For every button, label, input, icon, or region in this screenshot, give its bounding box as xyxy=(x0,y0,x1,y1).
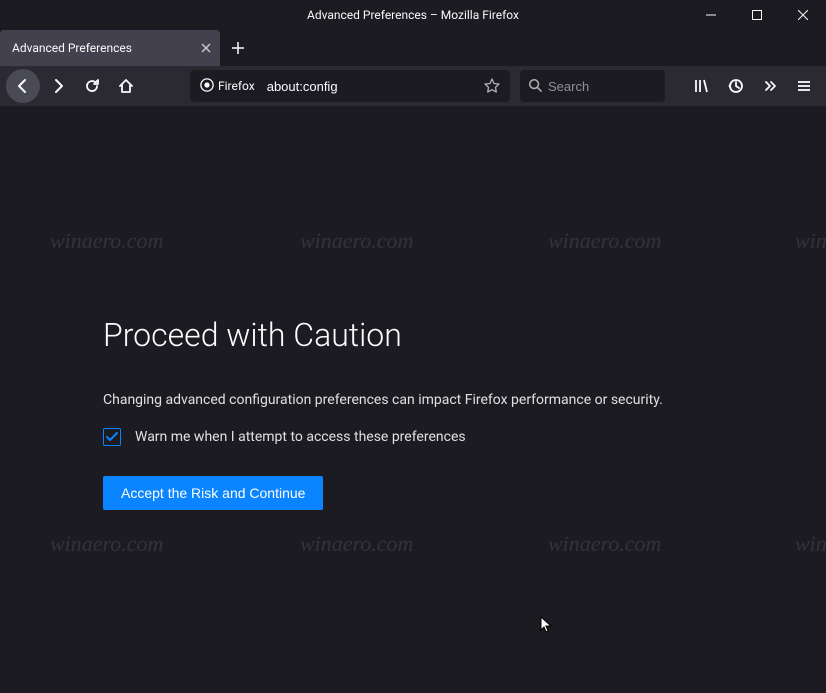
window-controls xyxy=(688,0,826,30)
warning-container: Proceed with Caution Changing advanced c… xyxy=(0,106,720,510)
back-button[interactable] xyxy=(6,69,40,103)
watermark: winaero.com xyxy=(795,531,826,557)
identity-label: Firefox xyxy=(218,79,255,93)
content-area: Proceed with Caution Changing advanced c… xyxy=(0,106,826,693)
maximize-button[interactable] xyxy=(734,0,780,30)
watermark: winaero.com xyxy=(795,228,826,254)
warning-title: Proceed with Caution xyxy=(103,316,720,354)
forward-button[interactable] xyxy=(42,70,74,102)
firefox-logo-icon xyxy=(200,77,214,96)
close-tab-button[interactable] xyxy=(196,38,216,58)
tab-bar: Advanced Preferences xyxy=(0,30,826,66)
tab-advanced-preferences[interactable]: Advanced Preferences xyxy=(0,30,220,66)
watermark: winaero.com xyxy=(300,531,413,557)
bookmark-star-button[interactable] xyxy=(478,72,506,100)
minimize-button[interactable] xyxy=(688,0,734,30)
history-button[interactable] xyxy=(720,70,752,102)
watermark: winaero.com xyxy=(548,531,661,557)
library-button[interactable] xyxy=(686,70,718,102)
url-bar[interactable]: Firefox xyxy=(190,70,510,102)
window-title: Advanced Preferences – Mozilla Firefox xyxy=(307,8,519,22)
warn-checkbox-row[interactable]: Warn me when I attempt to access these p… xyxy=(103,428,720,446)
warning-description: Changing advanced configuration preferen… xyxy=(103,392,720,408)
search-bar[interactable] xyxy=(520,70,665,102)
search-icon xyxy=(528,77,542,96)
home-button[interactable] xyxy=(110,70,142,102)
identity-box[interactable]: Firefox xyxy=(194,74,261,98)
url-input[interactable] xyxy=(261,79,478,94)
warn-checkbox-label: Warn me when I attempt to access these p… xyxy=(135,429,466,445)
accept-risk-button[interactable]: Accept the Risk and Continue xyxy=(103,476,323,510)
close-window-button[interactable] xyxy=(780,0,826,30)
reload-button[interactable] xyxy=(76,70,108,102)
watermark: winaero.com xyxy=(50,531,163,557)
overflow-button[interactable] xyxy=(754,70,786,102)
app-menu-button[interactable] xyxy=(788,70,820,102)
cursor-icon xyxy=(540,616,554,638)
title-bar: Advanced Preferences – Mozilla Firefox xyxy=(0,0,826,30)
warn-checkbox[interactable] xyxy=(103,428,121,446)
nav-toolbar: Firefox xyxy=(0,66,826,106)
tab-label: Advanced Preferences xyxy=(12,41,132,55)
new-tab-button[interactable] xyxy=(220,30,256,66)
